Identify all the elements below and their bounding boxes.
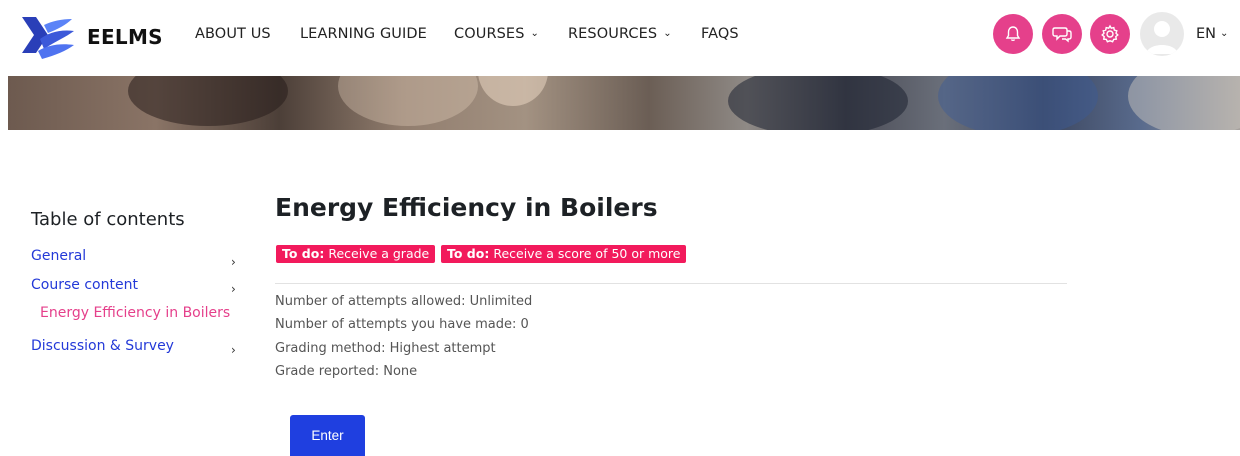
attempts-made-text: Number of attempts you have made: 0 xyxy=(275,317,529,332)
attempts-allowed-text: Number of attempts allowed: Unlimited xyxy=(275,294,533,309)
page-title: Energy Efficiency in Boilers xyxy=(275,193,658,222)
nav-learning-guide[interactable]: LEARNING GUIDE xyxy=(300,26,427,42)
language-label: EN xyxy=(1196,26,1217,42)
toc-item-course-content[interactable]: Course content xyxy=(31,277,138,293)
chevron-right-icon[interactable]: › xyxy=(231,343,236,357)
chevron-down-icon: ⌄ xyxy=(663,28,672,39)
nav-learning-guide-label: LEARNING GUIDE xyxy=(300,26,427,42)
toc-item-discussion-survey[interactable]: Discussion & Survey xyxy=(31,338,174,354)
language-selector[interactable]: EN ⌄ xyxy=(1196,26,1228,42)
nav-faqs[interactable]: FAQS xyxy=(701,26,739,42)
completion-badge: To do: Receive a score of 50 or more xyxy=(441,245,687,263)
nav-courses-label: COURSES xyxy=(454,26,525,42)
bell-icon xyxy=(1005,26,1021,42)
toc-title: Table of contents xyxy=(31,209,185,230)
settings-button[interactable] xyxy=(1090,14,1130,54)
toc-item-general[interactable]: General xyxy=(31,248,86,264)
chevron-right-icon[interactable]: › xyxy=(231,255,236,269)
toc-item-energy-efficiency-in-boilers[interactable]: Energy Efficiency in Boilers xyxy=(40,305,230,321)
user-avatar[interactable] xyxy=(1140,12,1184,56)
grade-reported-text: Grade reported: None xyxy=(275,364,418,379)
top-navbar: EELMS ABOUT US LEARNING GUIDE COURSES ⌄ R… xyxy=(0,0,1240,76)
divider xyxy=(275,283,1067,284)
chevron-down-icon: ⌄ xyxy=(530,28,539,39)
nav-courses[interactable]: COURSES ⌄ xyxy=(454,26,539,42)
nav-resources[interactable]: RESOURCES ⌄ xyxy=(568,26,672,42)
eelms-logo[interactable] xyxy=(18,11,76,61)
nav-about-us[interactable]: ABOUT US xyxy=(195,26,271,42)
chevron-down-icon: ⌄ xyxy=(1220,28,1229,39)
grading-method-text: Grading method: Highest attempt xyxy=(275,341,496,356)
messages-button[interactable] xyxy=(1042,14,1082,54)
badge-prefix: To do: xyxy=(447,246,490,261)
brand-name[interactable]: EELMS xyxy=(87,25,163,49)
nav-about-us-label: ABOUT US xyxy=(195,26,271,42)
chevron-right-icon[interactable]: › xyxy=(231,282,236,296)
completion-badge: To do: Receive a grade xyxy=(276,245,436,263)
chat-icon xyxy=(1052,27,1072,43)
nav-resources-label: RESOURCES xyxy=(568,26,658,42)
badge-text: Receive a score of 50 or more xyxy=(493,246,681,261)
course-banner-image xyxy=(8,76,1240,130)
notifications-button[interactable] xyxy=(993,14,1033,54)
gear-icon xyxy=(1101,24,1119,43)
nav-faqs-label: FAQS xyxy=(701,26,739,42)
badge-prefix: To do: xyxy=(282,246,325,261)
badge-text: Receive a grade xyxy=(328,246,430,261)
enter-button[interactable]: Enter xyxy=(290,415,365,456)
